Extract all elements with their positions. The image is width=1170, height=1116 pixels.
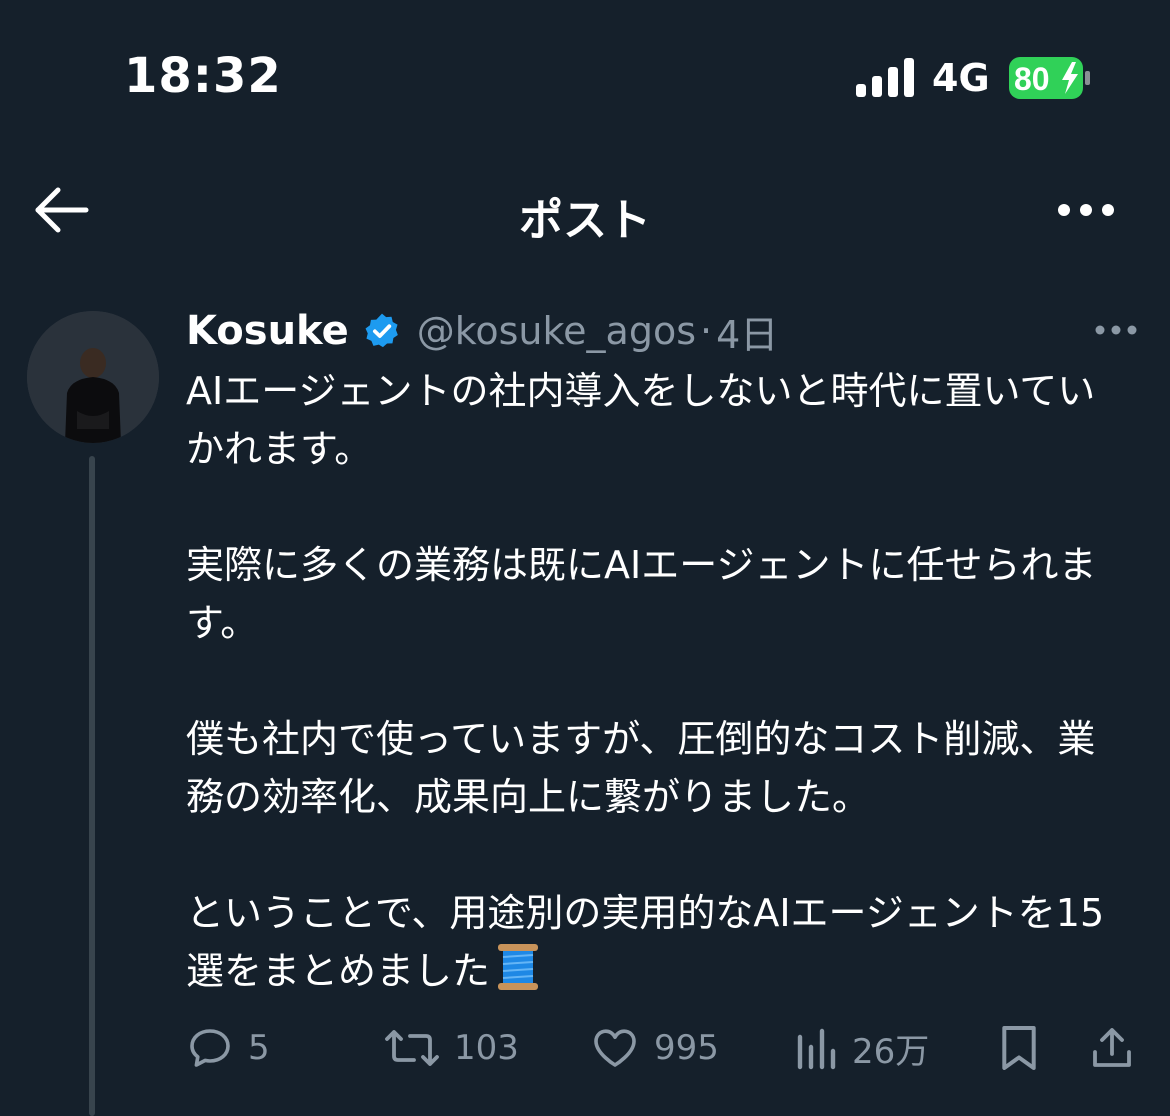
author-avatar[interactable] (27, 311, 159, 443)
verified-badge-icon (365, 313, 398, 348)
network-type: 4G (932, 56, 990, 100)
author-handle[interactable]: @kosuke_agos (417, 309, 696, 353)
bookmark-icon (1002, 1026, 1036, 1070)
post-paragraph-4: ということで、用途別の実用的なAIエージェントを15選をまとめました (186, 891, 1105, 993)
reply-icon (190, 1029, 230, 1067)
post-header: Kosuke @kosuke_agos · 4日 (186, 304, 778, 359)
thread-spool-icon (498, 944, 539, 990)
post-text: AIエージェントの社内導入をしないと時代に置いていかれます。 実際に多くの業務は… (186, 362, 1126, 1000)
battery-level: 80 (1014, 61, 1050, 97)
signal-strength-icon (856, 58, 914, 97)
views-count: 26万 (852, 1032, 930, 1072)
reply-count: 5 (248, 1028, 270, 1068)
repost-count: 103 (454, 1028, 519, 1068)
bookmark-button[interactable] (998, 1022, 1040, 1074)
share-upload-icon (1093, 1028, 1131, 1067)
separator-dot: · (700, 309, 713, 353)
views-button[interactable]: 26万 (796, 1024, 929, 1073)
like-count: 995 (654, 1028, 719, 1068)
reply-button[interactable]: 5 (186, 1024, 270, 1072)
top-navigation-bar: ポスト (0, 160, 1170, 260)
battery-icon: 80 (1009, 57, 1090, 99)
post-more-icon[interactable] (1094, 318, 1138, 342)
post-timestamp[interactable]: 4日 (716, 304, 778, 359)
views-chart-icon (797, 1028, 836, 1069)
post-paragraph-4-wrap: ということで、用途別の実用的なAIエージェントを15選をまとめました (186, 884, 1126, 1000)
share-button[interactable] (1088, 1022, 1136, 1074)
like-button[interactable]: 995 (590, 1024, 719, 1072)
avatar-photo-icon (27, 311, 159, 443)
repost-icon (385, 1030, 439, 1066)
more-options-icon[interactable] (1056, 190, 1116, 230)
author-name[interactable]: Kosuke (186, 308, 349, 354)
post-paragraph-3: 僕も社内で使っていますが、圧倒的なコスト削減、業務の効率化、成果向上に繋がりまし… (186, 717, 1096, 819)
repost-button[interactable]: 103 (384, 1024, 519, 1072)
heart-icon (594, 1029, 636, 1067)
thread-line (89, 456, 95, 1116)
post-paragraph-2: 実際に多くの業務は既にAIエージェントに任せられます。 (186, 543, 1097, 645)
post-action-bar: 5 103 995 26万 (0, 1018, 1170, 1078)
post-paragraph-1: AIエージェントの社内導入をしないと時代に置いていかれます。 (186, 369, 1096, 471)
status-bar: 18:32 4G 80 (0, 0, 1170, 140)
page-title: ポスト (519, 195, 651, 246)
status-time: 18:32 (124, 48, 282, 104)
